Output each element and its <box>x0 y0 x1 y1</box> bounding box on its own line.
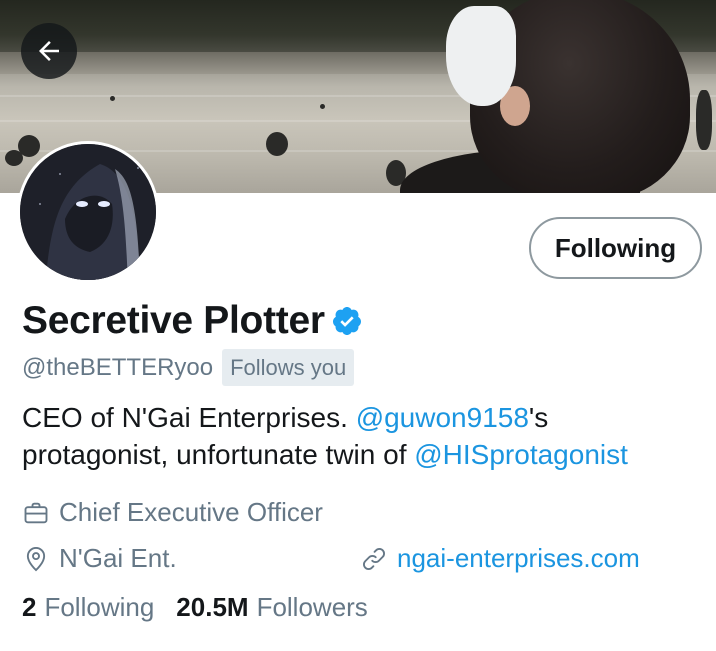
avatar[interactable] <box>17 141 159 283</box>
following-stat[interactable]: 2 Following <box>22 592 154 623</box>
arrow-left-icon <box>39 41 59 61</box>
bio-text: 's <box>528 402 549 433</box>
following-button[interactable]: Following <box>529 217 702 279</box>
bio-line-2: protagonist, unfortunate twin of @HISpro… <box>22 436 712 473</box>
display-name: Secretive Plotter <box>22 299 325 342</box>
banner-person-mask <box>446 6 516 106</box>
website-link[interactable]: ngai-enterprises.com <box>397 543 640 574</box>
handle: @theBETTERyoo <box>22 353 214 381</box>
mention-link-hisprotagonist[interactable]: @HISprotagonist <box>414 439 628 470</box>
mention-link-guwon9158[interactable]: @guwon9158 <box>356 402 529 433</box>
occupation-row: Chief Executive Officer <box>22 497 323 528</box>
banner-swimmer <box>696 90 712 150</box>
banner-swimmer <box>5 150 23 166</box>
location-text: N'Gai Ent. <box>59 543 177 573</box>
verified-badge-icon <box>332 307 361 335</box>
followers-stat[interactable]: 20.5M Followers <box>176 592 368 623</box>
occupation-text: Chief Executive Officer <box>59 497 323 527</box>
followers-count: 20.5M <box>176 592 249 622</box>
briefcase-icon <box>24 502 48 523</box>
bio-text: CEO of N'Gai Enterprises. <box>22 402 356 433</box>
bio-line-1: CEO of N'Gai Enterprises. @guwon9158's <box>22 399 712 436</box>
bio: CEO of N'Gai Enterprises. @guwon9158's p… <box>22 399 712 473</box>
banner-swimmer <box>110 96 115 101</box>
link-icon <box>363 547 385 570</box>
website-row[interactable]: ngai-enterprises.com <box>360 543 640 574</box>
location-row: N'Gai Ent. <box>22 543 177 574</box>
follows-you-badge: Follows you <box>222 349 355 386</box>
banner-swimmer <box>320 104 325 109</box>
avatar-hooded-figure-image <box>20 144 156 280</box>
following-count: 2 <box>22 592 37 622</box>
banner-swimmer <box>266 132 288 156</box>
back-button[interactable] <box>21 23 77 79</box>
followers-label: Followers <box>256 592 368 622</box>
follow-stats: 2 Following 20.5M Followers <box>22 592 390 623</box>
following-label: Following <box>44 592 155 622</box>
location-pin-icon <box>26 546 46 571</box>
name-row: Secretive Plotter <box>22 299 363 343</box>
bio-text: protagonist, unfortunate twin of <box>22 439 415 470</box>
handle-row: @theBETTERyoo Follows you <box>22 349 355 386</box>
